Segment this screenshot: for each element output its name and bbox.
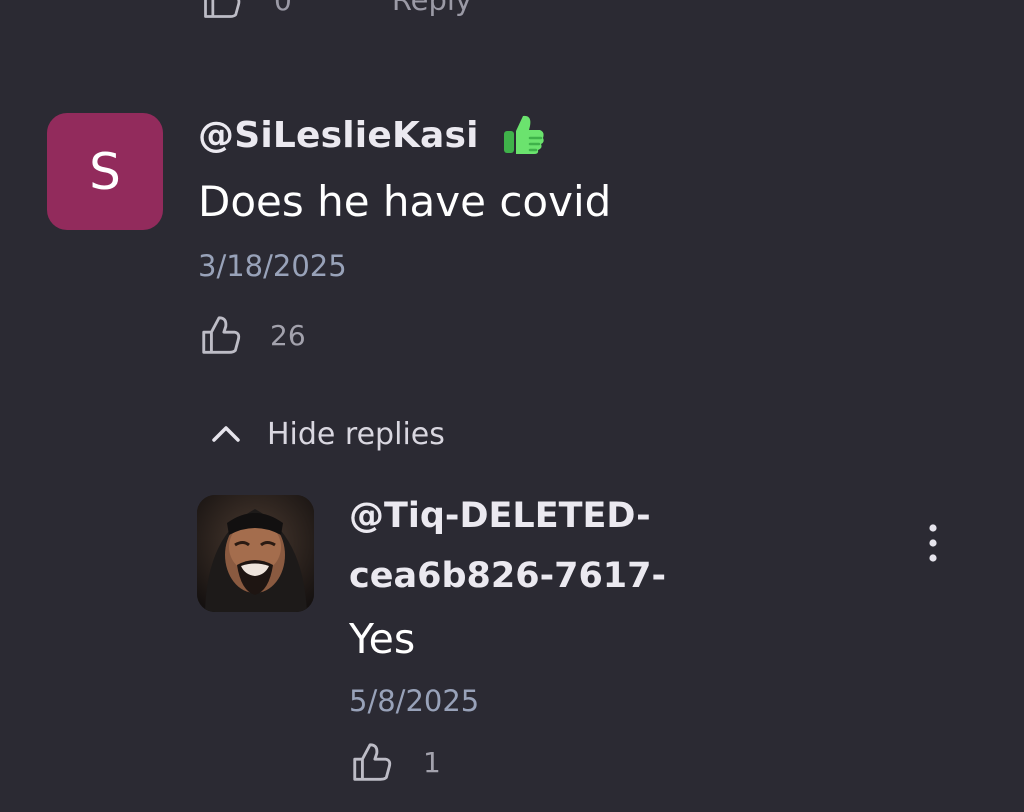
thumbs-up-icon[interactable] (200, 0, 244, 22)
more-vert-icon (929, 524, 937, 562)
comment-header: @SiLeslieKasi (198, 113, 958, 157)
avatar[interactable] (197, 495, 314, 612)
chevron-up-icon (212, 426, 240, 442)
avatar-letter: S (89, 142, 121, 201)
avatar[interactable]: S (47, 113, 163, 230)
avatar-photo (197, 495, 314, 612)
comment-body: @SiLeslieKasi Does he have covid 3/18/20… (198, 113, 958, 357)
comment-author[interactable]: @SiLeslieKasi (198, 115, 479, 156)
thumbs-up-icon[interactable] (349, 739, 395, 785)
thumbs-up-icon[interactable] (198, 312, 244, 358)
comment-date: 3/18/2025 (198, 249, 347, 283)
hide-replies-label: Hide replies (267, 416, 445, 452)
like-count: 0 (274, 0, 292, 17)
like-count: 26 (270, 318, 306, 352)
like-count: 1 (423, 745, 441, 779)
comment-actions: 26 (198, 313, 958, 357)
reply-body: @Tiq-DELETED-cea6b826-7617- Yes 5/8/2025… (349, 495, 769, 784)
reply-date: 5/8/2025 (349, 684, 480, 718)
reply-button[interactable]: Reply (392, 0, 472, 17)
comment-text: Does he have covid (198, 177, 612, 226)
reply-text: Yes (349, 615, 416, 663)
reply-author[interactable]: @Tiq-DELETED-cea6b826-7617- (349, 486, 769, 606)
previous-comment-actions: 0 Reply (200, 0, 472, 22)
comment-thread-screen: 0 Reply S @SiLeslieKasi Does he have cov… (0, 0, 1024, 812)
more-options-button[interactable] (913, 519, 953, 567)
hide-replies-button[interactable]: Hide replies (209, 412, 445, 456)
thumbs-up-emoji-icon (503, 115, 544, 154)
reply-actions: 1 (349, 740, 769, 784)
